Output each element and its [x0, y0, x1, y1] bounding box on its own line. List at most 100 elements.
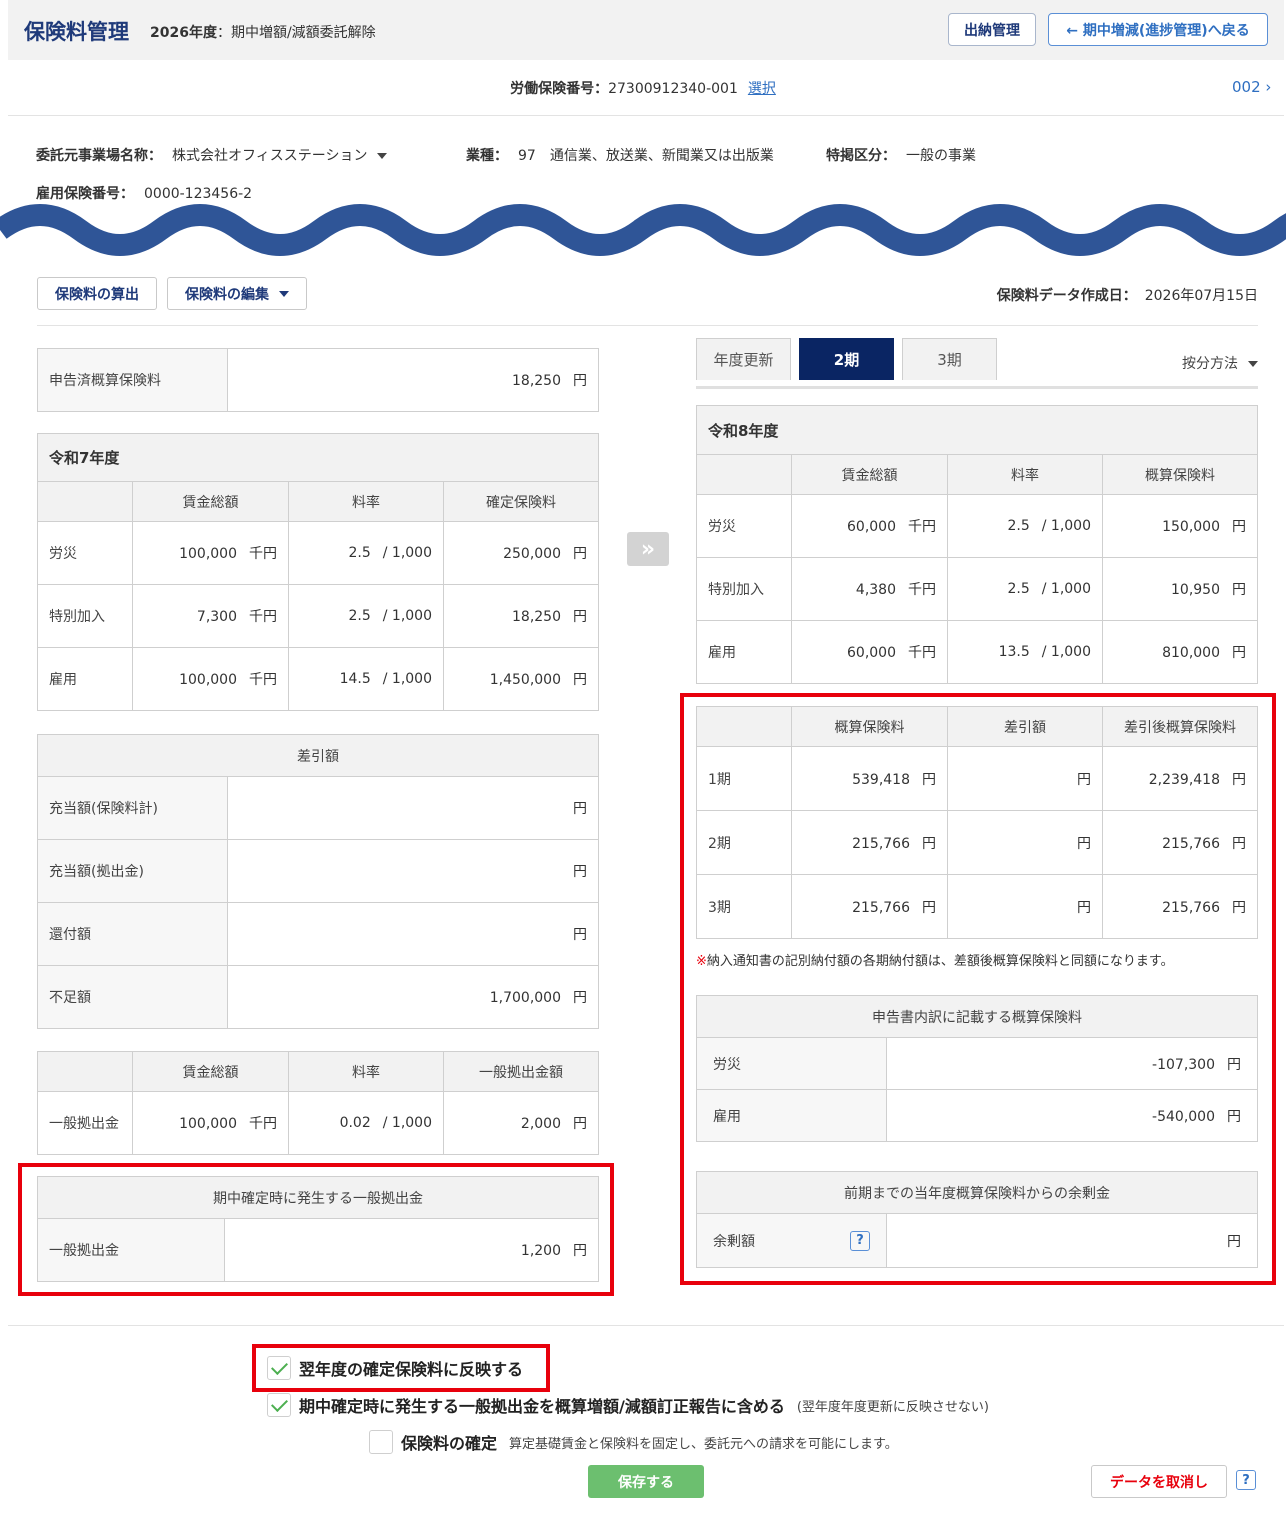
cancel-data-button[interactable]: データを取消し — [1091, 1465, 1227, 1498]
row-label: 雇用 — [696, 620, 792, 684]
select-link[interactable]: 選択 — [748, 81, 776, 97]
row-label: 雇用 — [696, 1089, 887, 1142]
table-row: 一般拠出金 100,000 千円 0.02/ 1,000 2,000 円 — [37, 1091, 599, 1155]
roudou-value: 27300912340-001 — [608, 81, 738, 97]
back-button[interactable]: ← 期中増減(進捗管理)へ戻る — [1048, 13, 1268, 46]
table-row: 労災 -107,300 円 — [696, 1037, 1258, 1090]
tokkei: 特掲区分： 一般の事業 — [826, 145, 976, 165]
save-button[interactable]: 保存する — [588, 1465, 704, 1498]
header-gaisan: 概算保険料 — [791, 706, 948, 747]
sashihiki-title: 差引額 — [37, 734, 599, 777]
note-text: 納入通知書の記別納付額の各期納付額は、差額後概算保険料と同額になります。 — [706, 954, 1174, 969]
tokkei-value: 一般の事業 — [906, 148, 976, 164]
chevron-down-icon — [279, 290, 289, 297]
table-row: 不足額 1,700,000 円 — [37, 965, 599, 1029]
wage-cell: 60,000 千円 — [791, 620, 948, 684]
double-chevron-right-icon: » — [627, 532, 669, 566]
value-cell: 円 — [227, 902, 599, 966]
check-row-include: 期中確定時に発生する一般拠出金を概算増額/減額訂正報告に含める (翌年度年度更新… — [267, 1393, 989, 1417]
uchiwake-title: 申告書内訳に記載する概算保険料 — [696, 995, 1258, 1038]
value-cell: 円 — [227, 776, 599, 840]
kichu-title: 期中確定時に発生する一般拠出金 — [37, 1176, 599, 1219]
include-kyoshutsu-label: 期中確定時に発生する一般拠出金を概算増額/減額訂正報告に含める — [299, 1397, 785, 1416]
subtitle-description: 期中増額/減額委託解除 — [230, 25, 376, 41]
row-label: 労災 — [37, 521, 133, 585]
tab-nendo-koshin[interactable]: 年度更新 — [696, 338, 791, 380]
table-row: 雇用 100,000 千円 14.5/ 1,000 1,450,000 円 — [37, 647, 599, 711]
row-label: 余剰額 — [713, 1233, 755, 1250]
after-cell: 215,766 円 — [1102, 874, 1258, 939]
table-row: 還付額 円 — [37, 902, 599, 966]
table-row: 雇用 -540,000 円 — [696, 1089, 1258, 1142]
r7-table: 令和7年度 賃金総額 料率 確定保険料 労災 100,000 千円 2.5/ 1,… — [37, 433, 599, 711]
row-label: 特別加入 — [696, 557, 792, 621]
anbun-dropdown[interactable]: 按分方法 — [1150, 353, 1258, 373]
header-rate: 料率 — [288, 481, 444, 522]
table-row: 1期 539,418 円 円 2,239,418 円 — [696, 746, 1258, 811]
tab-3ki[interactable]: 3期 — [902, 338, 997, 380]
calc-premium-button[interactable]: 保険料の算出 — [37, 277, 157, 310]
kyoshutsu-table: 賃金総額 料率 一般拠出金額 一般拠出金 100,000 千円 0.02/ 1,0… — [37, 1051, 599, 1155]
edit-premium-button[interactable]: 保険料の編集 — [167, 277, 307, 310]
row-label: 2期 — [696, 810, 792, 875]
wage-cell: 7,300 千円 — [132, 584, 289, 648]
rate-cell: 13.5/ 1,000 — [947, 620, 1103, 684]
chevron-down-icon[interactable] — [377, 153, 388, 159]
header-wage: 賃金総額 — [132, 481, 289, 522]
wage-cell: 100,000 千円 — [132, 647, 289, 711]
create-date: 保険料データ作成日： 2026年07月15日 — [960, 285, 1258, 305]
reflect-next-year-label: 翌年度の確定保険料に反映する — [299, 1360, 524, 1379]
include-kyoshutsu-checkbox[interactable] — [267, 1393, 291, 1417]
row-label: 一般拠出金 — [37, 1218, 225, 1282]
confirm-premium-label: 保険料の確定 — [401, 1434, 498, 1453]
amount-cell: 2,000 円 — [443, 1091, 599, 1155]
amount-cell: 150,000 円 — [1102, 494, 1258, 558]
gaisan-cell: 539,418 円 — [791, 746, 948, 811]
divider — [8, 1325, 1284, 1326]
wage-cell: 100,000 千円 — [132, 521, 289, 585]
suino-button[interactable]: 出納管理 — [948, 13, 1036, 46]
value-cell: 1,200 円 — [224, 1218, 599, 1282]
gyoshu-value: 97 通信業、放送業、新聞業又は出版業 — [518, 148, 774, 164]
subtitle-sep: ： — [216, 25, 231, 41]
rate-cell: 0.02/ 1,000 — [288, 1091, 444, 1155]
sashihiki-cell: 円 — [947, 810, 1103, 875]
value-cell: 円 — [886, 1213, 1258, 1268]
rate-cell: 2.5/ 1,000 — [288, 521, 444, 585]
table-row: 一般拠出金 1,200 円 — [37, 1218, 599, 1282]
value-cell: 1,700,000 円 — [227, 965, 599, 1029]
fiscal-year: 2026年度 — [150, 25, 217, 41]
amount-cell: 18,250 円 — [443, 584, 599, 648]
amount-cell: 10,950 円 — [1102, 557, 1258, 621]
wage-cell: 4,380 千円 — [791, 557, 948, 621]
table-row: 労災 60,000 千円 2.5/ 1,000 150,000 円 — [696, 494, 1258, 558]
gaisan-cell: 215,766 円 — [791, 810, 948, 875]
divider — [37, 325, 1258, 326]
reflect-next-year-checkbox[interactable] — [267, 1356, 291, 1380]
header-amount: 確定保険料 — [443, 481, 599, 522]
row-label: 雇用 — [37, 647, 133, 711]
row-label: 特別加入 — [37, 584, 133, 648]
next-page-link[interactable]: 002 › — [1232, 78, 1271, 96]
amount-cell: 810,000 円 — [1102, 620, 1258, 684]
header-after: 差引後概算保険料 — [1102, 706, 1258, 747]
header-rate: 料率 — [288, 1051, 444, 1092]
payment-note: ※納入通知書の記別納付額の各期納付額は、差額後概算保険料と同額になります。 — [696, 950, 1174, 969]
anbun-label: 按分方法 — [1182, 356, 1238, 372]
r8-title: 令和8年度 — [696, 405, 1258, 455]
amount-cell: 250,000 円 — [443, 521, 599, 585]
page-title: 保険料管理 — [24, 20, 129, 44]
help-icon[interactable]: ? — [1236, 1470, 1256, 1490]
header-empty — [696, 454, 792, 495]
shinkoku-value: 18,250 円 — [227, 348, 599, 412]
value-cell: -540,000 円 — [886, 1089, 1258, 1142]
confirm-premium-checkbox[interactable] — [369, 1430, 393, 1454]
table-row: 2期 215,766 円 円 215,766 円 — [696, 810, 1258, 875]
roudou-number-row: 労働保険番号：27300912340-001 選択 — [0, 78, 1286, 98]
yojo-title: 前期までの当年度概算保険料からの余剰金 — [696, 1171, 1258, 1214]
table-row: 充当額(保険料計) 円 — [37, 776, 599, 840]
header-wage: 賃金総額 — [132, 1051, 289, 1092]
page-header: 保険料管理 2026年度：期中増額/減額委託解除 出納管理 ← 期中増減(進捗管… — [8, 0, 1284, 60]
tab-2ki[interactable]: 2期 — [799, 338, 894, 380]
help-icon[interactable]: ? — [850, 1230, 870, 1251]
